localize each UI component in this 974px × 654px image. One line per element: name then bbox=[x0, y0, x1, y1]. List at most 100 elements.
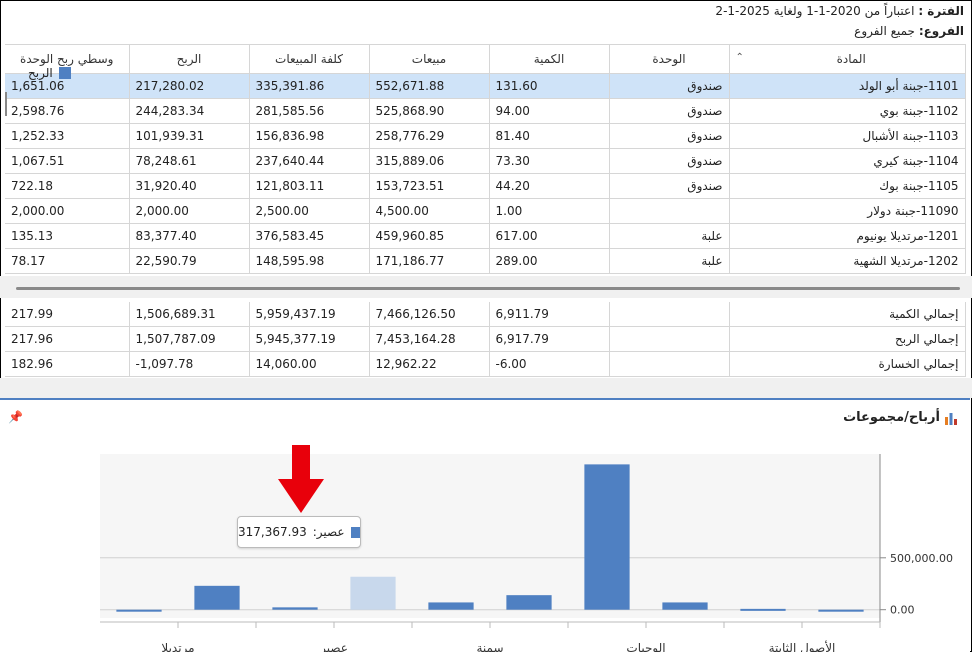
total-empty bbox=[609, 326, 730, 352]
cell-cost[interactable]: 2,500.00 bbox=[249, 198, 370, 224]
cell-profit[interactable]: 83,377.40 bbox=[129, 223, 250, 249]
grid-header: المادة ⌃ الوحدة الكمية مبيعات كلفة المبيع… bbox=[5, 44, 966, 74]
table-row[interactable]: 1201-مرتديلا يونيوم علبة 617.00 459,960.85 3… bbox=[5, 223, 966, 249]
cell-qty[interactable]: 73.30 bbox=[489, 148, 610, 174]
cell-sales[interactable]: 525,868.90 bbox=[369, 98, 490, 124]
table-row[interactable]: 1104-جبنة كيري صندوق 73.30 315,889.06 237,64… bbox=[5, 148, 966, 174]
cell-item[interactable]: 1201-مرتديلا يونيوم bbox=[729, 223, 966, 249]
cell-qty[interactable]: 81.40 bbox=[489, 123, 610, 149]
cell-item[interactable]: 1202-مرتديلا الشهية bbox=[729, 248, 966, 274]
column-header-profit[interactable]: الربح bbox=[129, 44, 250, 74]
cell-sales[interactable]: 459,960.85 bbox=[369, 223, 490, 249]
cell-cost[interactable]: 335,391.86 bbox=[249, 73, 370, 99]
cell-profit[interactable]: 2,000.00 bbox=[129, 198, 250, 224]
column-header-cost[interactable]: كلفة المبيعات bbox=[249, 44, 370, 74]
total-profit: -1,097.78 bbox=[129, 351, 250, 377]
cell-avg[interactable]: 2,000.00 bbox=[5, 198, 130, 224]
cell-qty[interactable]: 44.20 bbox=[489, 173, 610, 199]
cell-avg[interactable]: 722.18 bbox=[5, 173, 130, 199]
cell-sales[interactable]: 153,723.51 bbox=[369, 173, 490, 199]
legend-label: الربح bbox=[28, 66, 53, 80]
totals-grid: إجمالي الكمية 6,911.79 7,466,126.50 5,959,4… bbox=[5, 302, 966, 377]
branches-info: الفروع: جميع الفروع bbox=[854, 24, 964, 38]
cell-cost[interactable]: 237,640.44 bbox=[249, 148, 370, 174]
cell-avg[interactable]: 135.13 bbox=[5, 223, 130, 249]
cell-unit[interactable]: صندوق bbox=[609, 73, 730, 99]
column-header-unit[interactable]: الوحدة bbox=[609, 44, 730, 74]
cell-profit[interactable]: 31,920.40 bbox=[129, 173, 250, 199]
row-indicator bbox=[5, 92, 11, 116]
table-row[interactable]: 1101-جبنة أبو الولد صندوق 131.60 552,671.88… bbox=[5, 73, 966, 99]
y-tick-label: 0.00 bbox=[890, 604, 915, 617]
cell-avg[interactable]: 78.17 bbox=[5, 248, 130, 274]
cell-unit[interactable]: صندوق bbox=[609, 173, 730, 199]
x-tick-label: سمنة bbox=[476, 641, 503, 652]
cell-qty[interactable]: 289.00 bbox=[489, 248, 610, 274]
tooltip-value: 317,367.93 bbox=[238, 525, 307, 539]
cell-sales[interactable]: 315,889.06 bbox=[369, 148, 490, 174]
table-row[interactable]: 1105-جبنة بوك صندوق 44.20 153,723.51 121,803… bbox=[5, 173, 966, 199]
cell-qty[interactable]: 131.60 bbox=[489, 73, 610, 99]
totals-row: إجمالي الكمية 6,911.79 7,466,126.50 5,959,4… bbox=[5, 302, 966, 327]
cell-item[interactable]: 1102-جبنة بوي bbox=[729, 98, 966, 124]
splitter[interactable] bbox=[0, 378, 972, 398]
column-header-qty[interactable]: الكمية bbox=[489, 44, 610, 74]
x-tick-label: عصير bbox=[319, 641, 348, 652]
cell-cost[interactable]: 121,803.11 bbox=[249, 173, 370, 199]
cell-profit[interactable]: 101,939.31 bbox=[129, 123, 250, 149]
total-cost: 14,060.00 bbox=[249, 351, 370, 377]
tooltip-swatch bbox=[350, 526, 360, 538]
cell-sales[interactable]: 171,186.77 bbox=[369, 248, 490, 274]
cell-sales[interactable]: 552,671.88 bbox=[369, 73, 490, 99]
total-label: إجمالي الكمية bbox=[729, 302, 966, 327]
table-row[interactable]: 1102-جبنة بوي صندوق 94.00 525,868.90 281,585… bbox=[5, 98, 966, 124]
cell-item[interactable]: 1103-جبنة الأشبال bbox=[729, 123, 966, 149]
pin-icon[interactable]: 📌 bbox=[8, 410, 23, 424]
total-sales: 7,466,126.50 bbox=[369, 302, 490, 327]
totals-row: إجمالي الخسارة -6.00 12,962.22 14,060.00 -1,… bbox=[5, 351, 966, 377]
cell-sales[interactable]: 258,776.29 bbox=[369, 123, 490, 149]
cell-profit[interactable]: 78,248.61 bbox=[129, 148, 250, 174]
cell-cost[interactable]: 156,836.98 bbox=[249, 123, 370, 149]
bar-c3 bbox=[662, 602, 708, 610]
table-row[interactable]: 1202-مرتديلا الشهية علبة 289.00 171,186.77 1… bbox=[5, 248, 966, 274]
total-sales: 12,962.22 bbox=[369, 351, 490, 377]
table-row[interactable]: 1103-جبنة الأشبال صندوق 81.40 258,776.29 156… bbox=[5, 123, 966, 149]
cell-avg[interactable]: 1,252.33 bbox=[5, 123, 130, 149]
cell-unit[interactable]: صندوق bbox=[609, 123, 730, 149]
cell-unit[interactable]: علبة bbox=[609, 223, 730, 249]
cell-profit[interactable]: 244,283.34 bbox=[129, 98, 250, 124]
period-value: اعتباراً من 2020-1-1 ولغاية 2025-1-2 bbox=[715, 4, 915, 18]
cell-cost[interactable]: 281,585.56 bbox=[249, 98, 370, 124]
cell-unit[interactable]: علبة bbox=[609, 248, 730, 274]
cell-sales[interactable]: 4,500.00 bbox=[369, 198, 490, 224]
cell-unit[interactable]: صندوق bbox=[609, 148, 730, 174]
total-empty bbox=[609, 302, 730, 327]
bar-c7 bbox=[350, 576, 396, 610]
table-row[interactable]: 11090-جبنة دولار 1.00 4,500.00 2,500.00 2,00… bbox=[5, 198, 966, 224]
cell-qty[interactable]: 1.00 bbox=[489, 198, 610, 224]
column-header-sales[interactable]: مبيعات bbox=[369, 44, 490, 74]
cell-avg[interactable]: 2,598.76 bbox=[5, 98, 130, 124]
cell-cost[interactable]: 376,583.45 bbox=[249, 223, 370, 249]
cell-item[interactable]: 1101-جبنة أبو الولد bbox=[729, 73, 966, 99]
bar-c2 bbox=[740, 608, 786, 611]
cell-cost[interactable]: 148,595.98 bbox=[249, 248, 370, 274]
chart-legend[interactable]: الربح bbox=[28, 66, 71, 80]
cell-profit[interactable]: 22,590.79 bbox=[129, 248, 250, 274]
column-header-item[interactable]: المادة ⌃ bbox=[729, 44, 966, 74]
y-tick-label: 500,000.00 bbox=[890, 552, 953, 565]
cell-qty[interactable]: 94.00 bbox=[489, 98, 610, 124]
cell-unit[interactable] bbox=[609, 198, 730, 224]
cell-item[interactable]: 1104-جبنة كيري bbox=[729, 148, 966, 174]
cell-item[interactable]: 1105-جبنة بوك bbox=[729, 173, 966, 199]
cell-item[interactable]: 11090-جبنة دولار bbox=[729, 198, 966, 224]
cell-profit[interactable]: 217,280.02 bbox=[129, 73, 250, 99]
cell-avg[interactable]: 1,067.51 bbox=[5, 148, 130, 174]
chart-tooltip: عصير: 317,367.93 bbox=[237, 516, 361, 548]
cell-unit[interactable]: صندوق bbox=[609, 98, 730, 124]
cell-qty[interactable]: 617.00 bbox=[489, 223, 610, 249]
total-qty: -6.00 bbox=[489, 351, 610, 377]
horizontal-scrollbar-thumb[interactable] bbox=[16, 287, 960, 290]
period-info: الفترة : اعتباراً من 2020-1-1 ولغاية 202… bbox=[715, 4, 964, 18]
